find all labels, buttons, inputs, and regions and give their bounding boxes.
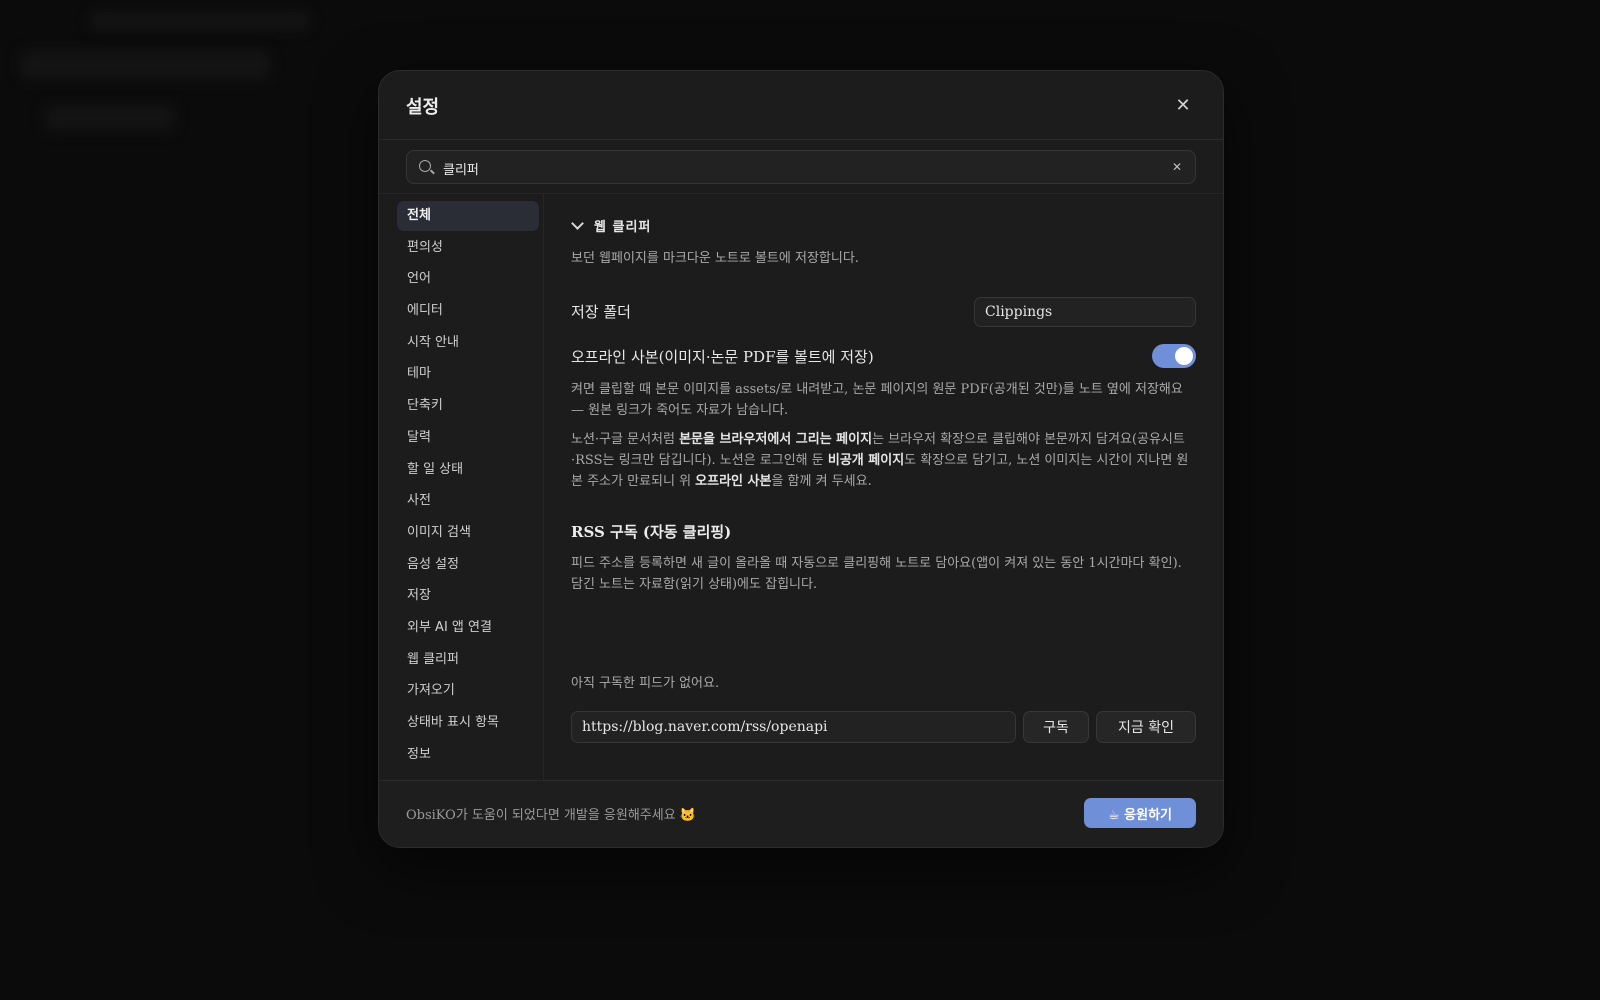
rss-empty-message: 아직 구독한 피드가 없어요. [571,676,720,691]
offline-copy-description: 켜면 클립할 때 본문 이미지를 assets/로 내려받고, 논문 페이지의 … [571,382,1183,418]
modal-title: 설정 [406,97,440,118]
footer-text: ObsiKO가 도움이 되었다면 개발을 응원해주세요 🐱 [406,808,696,823]
web-clipper-section-toggle[interactable]: 웹 클리퍼 [571,215,651,235]
notion-desc-text: 을 함께 켜 두세요. [771,474,872,489]
sidebar-item-language[interactable]: 언어 [397,264,539,294]
notion-desc-bold: 비공개 페이지 [827,453,905,468]
section-title: 웹 클리퍼 [594,219,652,235]
sidebar-item-about[interactable]: 정보 [397,740,539,770]
search-clear-button[interactable]: ✕ [1167,157,1187,177]
offline-copy-label: 오프라인 사본(이미지·논문 PDF를 볼트에 저장) [571,348,874,366]
close-icon: ✕ [1171,160,1183,174]
background-blur [90,12,310,30]
modal-footer: ObsiKO가 도움이 되었다면 개발을 응원해주세요 🐱 ☕ 응원하기 [379,780,1223,847]
check-now-button[interactable]: 지금 확인 [1096,711,1196,743]
sidebar-item-voice[interactable]: 음성 설정 [397,550,539,580]
chevron-down-icon [571,216,584,230]
settings-content: 웹 클리퍼 보던 웹페이지를 마크다운 노트로 볼트에 저장합니다. 저장 폴더… [571,201,1196,781]
search-input[interactable] [441,151,1159,185]
rss-subscribe-row: 구독 지금 확인 [571,711,1196,743]
rss-url-input[interactable] [571,711,1016,743]
settings-sidebar: 전체 편의성 언어 에디터 시작 안내 테마 단축키 달력 할 일 상태 사전 … [397,201,539,781]
sidebar-item-theme[interactable]: 테마 [397,359,539,389]
sidebar-item-calendar[interactable]: 달력 [397,423,539,453]
notion-description: 노션·구글 문서처럼 본문을 브라우저에서 그리는 페이지는 브라우저 확장으로… [571,429,1196,492]
section-description: 보던 웹페이지를 마크다운 노트로 볼트에 저장합니다. [571,251,859,266]
sidebar-item-external-ai[interactable]: 외부 AI 앱 연결 [397,613,539,643]
notion-desc-bold: 본문을 브라우저에서 그리는 페이지 [679,432,873,447]
sidebar-item-statusbar[interactable]: 상태바 표시 항목 [397,708,539,738]
notion-desc-bold: 오프라인 사본 [695,474,772,489]
save-folder-label: 저장 폴더 [571,303,631,321]
search-icon [419,160,431,172]
sidebar-item-task-status[interactable]: 할 일 상태 [397,455,539,485]
background-blur [20,50,270,80]
rss-description: 피드 주소를 등록하면 새 글이 올라올 때 자동으로 클리핑해 노트로 담아요… [571,556,1182,592]
settings-modal: 설정 ✕ ✕ 전체 편의성 언어 에디터 시작 안내 테마 단축키 달력 할 일… [378,70,1224,848]
save-folder-input[interactable] [974,297,1196,327]
background-blur [45,105,175,131]
sidebar-item-shortcuts[interactable]: 단축키 [397,391,539,421]
sidebar-item-storage[interactable]: 저장 [397,581,539,611]
close-button[interactable]: ✕ [1169,91,1197,119]
sidebar-item-all[interactable]: 전체 [397,201,539,231]
subscribe-button[interactable]: 구독 [1023,711,1089,743]
rss-title: RSS 구독 (자동 클리핑) [571,523,732,541]
header-divider [379,193,1223,194]
sidebar-item-getting-started[interactable]: 시작 안내 [397,328,539,358]
toggle-knob [1175,347,1193,365]
support-button[interactable]: ☕ 응원하기 [1084,798,1196,828]
sidebar-item-import[interactable]: 가져오기 [397,676,539,706]
offline-copy-toggle[interactable] [1152,344,1196,368]
sidebar-item-web-clipper[interactable]: 웹 클리퍼 [397,645,539,675]
notion-desc-text: 노션·구글 문서처럼 [571,432,680,447]
sidebar-divider [543,194,544,781]
sidebar-item-image-search[interactable]: 이미지 검색 [397,518,539,548]
settings-search: ✕ [406,150,1196,185]
modal-header: 설정 ✕ [379,71,1223,140]
sidebar-item-convenience[interactable]: 편의성 [397,233,539,263]
sidebar-item-editor[interactable]: 에디터 [397,296,539,326]
sidebar-item-dictionary[interactable]: 사전 [397,486,539,516]
close-icon: ✕ [1175,94,1191,116]
